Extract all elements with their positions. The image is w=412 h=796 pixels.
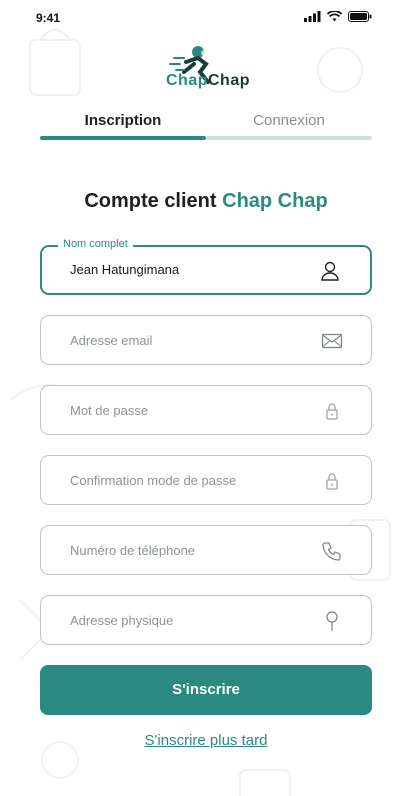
- battery-icon: [348, 11, 372, 22]
- signup-later-link[interactable]: S'inscrire plus tard: [0, 732, 412, 749]
- phone-field[interactable]: Numéro de téléphone: [40, 525, 372, 575]
- status-icons: [304, 11, 372, 22]
- address-placeholder: Adresse physique: [70, 613, 174, 628]
- address-field[interactable]: Adresse physique: [40, 595, 372, 645]
- tab-inscription[interactable]: Inscription: [40, 112, 206, 129]
- email-placeholder: Adresse email: [70, 333, 153, 348]
- logo-text: ChapChap: [166, 72, 250, 90]
- signal-icon: [304, 11, 321, 22]
- phone-placeholder: Numéro de téléphone: [70, 543, 196, 558]
- lock-icon: [326, 403, 338, 420]
- full-name-field[interactable]: Nom complet Jean Hatungimana: [40, 238, 372, 295]
- wifi-icon: [327, 11, 342, 22]
- status-time: 9:41: [36, 11, 61, 25]
- password-confirm-field[interactable]: Confirmation mode de passe: [40, 455, 372, 505]
- logo-text-part2: Chap: [208, 72, 250, 89]
- page-title-prefix: Compte client: [84, 190, 217, 212]
- password-field[interactable]: Mot de passe: [40, 385, 372, 435]
- pin-icon: [326, 611, 338, 631]
- page-title: Compte client Chap Chap: [0, 190, 412, 213]
- full-name-label: Nom complet: [58, 238, 133, 250]
- auth-tabs: Inscription Connexion: [40, 112, 372, 142]
- lock-icon: [326, 473, 338, 490]
- mail-icon: [321, 333, 343, 349]
- email-field[interactable]: Adresse email: [40, 315, 372, 365]
- password-confirm-placeholder: Confirmation mode de passe: [70, 473, 237, 488]
- phone-icon: [322, 542, 341, 561]
- password-placeholder: Mot de passe: [70, 403, 149, 418]
- tab-indicator-active: [40, 136, 206, 140]
- signup-button[interactable]: S'inscrire: [40, 665, 372, 715]
- user-icon: [321, 261, 339, 281]
- page-title-accent: Chap Chap: [222, 190, 328, 212]
- tab-connexion[interactable]: Connexion: [206, 112, 372, 129]
- status-bar: 9:41: [0, 0, 412, 34]
- tab-indicator-inactive: [206, 136, 372, 140]
- logo-text-part1: Chap: [166, 72, 208, 89]
- full-name-value[interactable]: Jean Hatungimana: [70, 262, 179, 277]
